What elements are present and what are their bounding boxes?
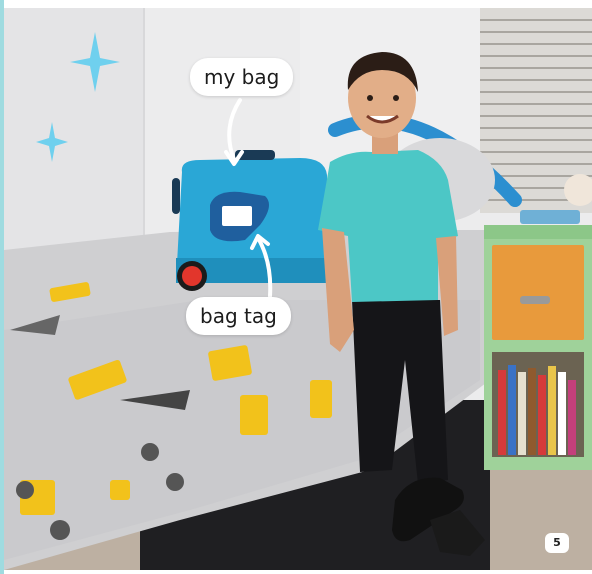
page-number: 5 [545, 533, 569, 553]
photo-scene [0, 0, 592, 574]
suitcase [172, 150, 330, 291]
callout-my-bag: my bag [190, 58, 294, 96]
callout-bag-tag: bag tag [186, 297, 291, 335]
